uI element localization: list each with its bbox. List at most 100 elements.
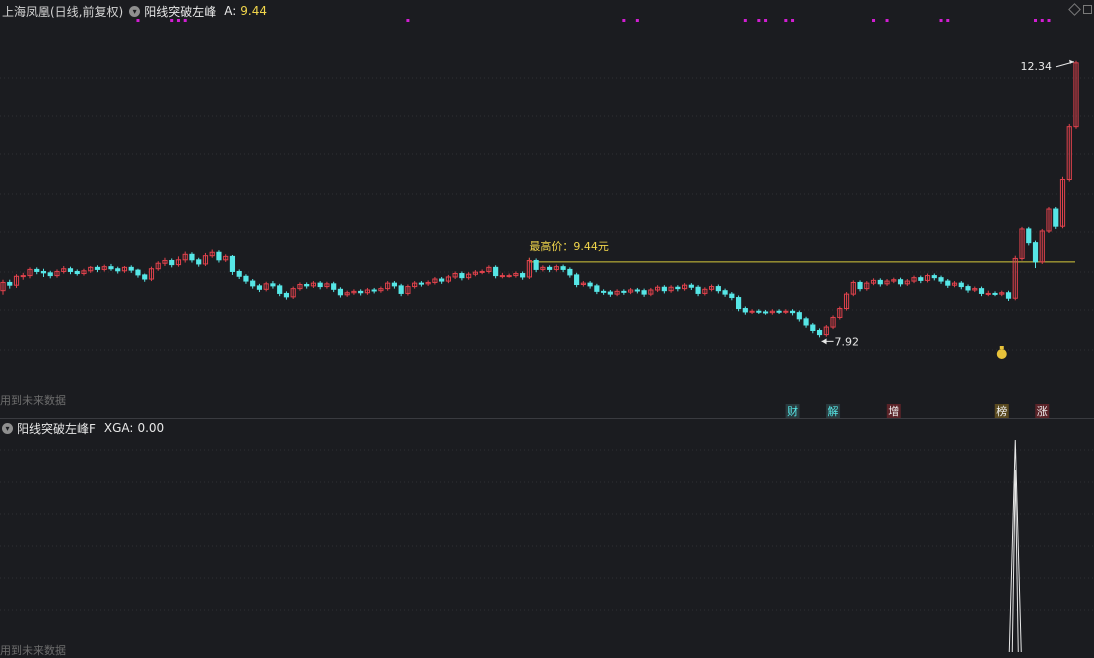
event-tag[interactable]: 增: [888, 404, 899, 418]
candle-down: [621, 290, 627, 293]
candle-down: [520, 273, 526, 278]
candle-down: [337, 288, 344, 296]
candle-down: [108, 266, 114, 270]
candle-down: [601, 290, 607, 293]
candle-down: [695, 286, 701, 294]
candle-up: [749, 310, 755, 313]
candle-down: [1032, 242, 1039, 263]
candle-down: [317, 282, 323, 288]
candle-down: [641, 290, 647, 295]
event-tag[interactable]: 财: [787, 404, 798, 418]
candle-down: [40, 270, 47, 274]
chart-canvas[interactable]: 最高价：9.44元 12.34 7.92 财 解 增 榜 涨: [0, 0, 1094, 655]
candle-down: [560, 266, 566, 270]
candle-down: [931, 275, 937, 279]
candle-down: [371, 289, 377, 292]
magenta-marker: [136, 19, 140, 22]
candle-down: [243, 275, 249, 282]
candle-down: [735, 297, 742, 310]
candle-down: [607, 291, 613, 295]
candle-down: [7, 281, 13, 286]
magenta-marker: [872, 19, 876, 22]
candle-down: [398, 285, 404, 294]
event-tag[interactable]: 榜: [996, 404, 1007, 418]
candle-down: [715, 286, 721, 292]
candle-down: [34, 268, 40, 272]
magenta-marker: [885, 19, 889, 22]
candle-down: [270, 283, 276, 287]
magenta-marker: [183, 19, 187, 22]
candle-down: [803, 318, 809, 326]
magenta-marker: [1034, 19, 1038, 22]
candle-down: [958, 282, 964, 288]
candle-down: [1005, 292, 1012, 299]
candle-up: [506, 275, 512, 278]
candle-down: [965, 286, 971, 291]
money-bag-icon-neck: [999, 346, 1004, 349]
candle-down: [74, 270, 80, 275]
candle-down: [128, 266, 134, 271]
magenta-marker: [1047, 19, 1051, 22]
candle-down: [418, 282, 424, 285]
candle-down: [459, 273, 465, 279]
candle-down: [135, 269, 141, 276]
candle-down: [331, 283, 337, 290]
candle-down: [762, 311, 769, 314]
candle-down: [634, 289, 640, 292]
magenta-marker: [784, 19, 788, 22]
candle-down: [938, 277, 944, 282]
candle-down: [547, 266, 553, 270]
magenta-marker: [757, 19, 761, 22]
magenta-marker: [939, 19, 943, 22]
min-price-label: 7.92: [835, 335, 860, 348]
candle-up: [783, 310, 789, 313]
candle-down: [789, 310, 796, 314]
money-bag-icon: [996, 349, 1007, 359]
candle-down: [391, 282, 398, 287]
candle-down: [236, 270, 242, 277]
candle-down: [688, 284, 694, 288]
candle-down: [229, 255, 236, 272]
magenta-marker: [635, 19, 639, 22]
max-price-label: 12.34: [1021, 60, 1053, 73]
candle-down: [1053, 208, 1059, 227]
magenta-marker: [764, 19, 768, 22]
candle-down: [493, 266, 499, 277]
candle-down: [722, 290, 728, 295]
candle-down: [94, 266, 101, 270]
event-tag[interactable]: 涨: [1037, 405, 1048, 418]
candle-down: [776, 310, 782, 313]
magenta-marker: [406, 19, 410, 22]
candle-down: [277, 285, 283, 294]
candle-down: [358, 290, 364, 294]
candle-down: [918, 277, 924, 281]
candle-up: [985, 292, 991, 295]
candle-down: [897, 279, 904, 285]
magenta-marker: [1040, 19, 1044, 22]
candle-down: [978, 288, 985, 294]
candle-up: [20, 275, 26, 278]
magenta-marker: [170, 19, 174, 22]
candle-down: [796, 312, 802, 320]
event-tag[interactable]: 解: [828, 404, 839, 418]
candle-down: [216, 251, 222, 261]
candle-down: [992, 292, 998, 295]
candle-down: [661, 286, 667, 292]
candle-down: [810, 324, 816, 331]
candle-down: [756, 310, 762, 313]
candle-up: [479, 270, 485, 273]
candle-down: [857, 281, 863, 290]
magenta-marker: [176, 19, 180, 22]
chart-svg[interactable]: 最高价：9.44元 12.34 7.92 财 解 增 榜 涨: [0, 0, 1094, 655]
magenta-marker: [743, 19, 747, 22]
candle-down: [675, 286, 681, 290]
candle-down: [283, 292, 290, 298]
candle-down: [169, 259, 175, 266]
candle-down: [816, 329, 823, 336]
magenta-marker: [946, 19, 950, 22]
candle-down: [729, 293, 735, 299]
candle-down: [945, 280, 951, 286]
candle-down: [594, 285, 600, 292]
candle-down: [67, 268, 74, 272]
candle-down: [256, 285, 263, 290]
